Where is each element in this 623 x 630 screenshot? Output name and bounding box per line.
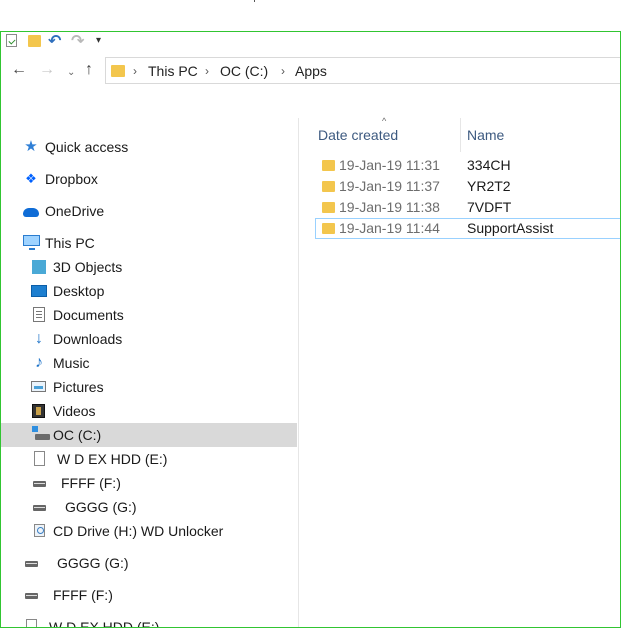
nav-item-3d-objects[interactable]: 3D Objects [31,255,293,279]
row-date-created: 19-Jan-19 11:37 [339,178,440,194]
nav-item-drive-g[interactable]: GGGG (G:) [31,495,293,519]
folder-icon [322,181,335,192]
nav-item-label: Music [53,355,90,371]
nav-item-documents[interactable]: Documents [31,303,293,327]
navigation-pane: ★ Quick access ❖ Dropbox OneDrive This P… [1,118,297,628]
nav-item-label: Documents [53,307,124,323]
nav-item-system-drive[interactable]: OC (C:) [1,423,297,447]
cloud-icon [23,208,39,217]
forward-arrow-icon[interactable]: → [39,60,55,80]
nav-item-label: CD Drive (H:) WD Unlocker [53,523,224,539]
breadcrumb-chevron-icon[interactable]: › [205,62,209,80]
nav-item-label: This PC [45,235,95,251]
quick-access-toolbar: ↶ ↷ ▾ [1,32,620,52]
row-date-created: 19-Jan-19 11:38 [339,199,440,215]
nav-item-downloads[interactable]: ↓ Downloads [31,327,293,351]
nav-item-label: GGGG (G:) [65,499,137,515]
row-date-created: 19-Jan-19 11:44 [339,220,440,236]
download-icon: ↓ [35,330,43,347]
nav-item-onedrive[interactable]: OneDrive [23,199,293,223]
video-icon [32,404,45,418]
folder-icon [111,65,125,77]
drive-icon [33,505,46,511]
nav-item-label: OneDrive [45,203,105,219]
folder-icon [322,223,335,234]
breadcrumb-chevron-icon[interactable]: › [281,62,285,80]
nav-item-label: Downloads [53,331,123,347]
drive-icon [33,481,46,487]
nav-item-label: Desktop [53,283,105,299]
nav-item-drive-e-root[interactable]: W D EX HDD (E:) [23,615,293,628]
column-divider[interactable] [460,118,461,152]
row-name: YR2T2 [467,178,511,194]
cd-drive-icon [34,524,45,537]
explorer-window: ↶ ↷ ▾ ← → ⌄ ↑ › This PC › OC (C:) › Apps… [0,31,621,628]
nav-item-label: Pictures [53,379,104,395]
nav-item-drive-f[interactable]: FFFF (F:) [31,471,293,495]
properties-icon[interactable] [6,34,17,47]
nav-item-label: Dropbox [45,171,98,187]
file-row[interactable]: 19-Jan-19 11:44 SupportAssist [315,218,620,239]
redo-icon[interactable]: ↷ [71,34,87,50]
nav-item-label: Videos [53,403,96,419]
row-name: 7VDFT [467,199,512,215]
up-arrow-icon[interactable]: ↑ [85,60,93,80]
recent-locations-chevron-icon[interactable]: ⌄ [67,63,75,83]
computer-icon [23,235,40,250]
row-date-created: 19-Jan-19 11:31 [339,157,440,173]
breadcrumb-chevron-icon[interactable]: › [133,62,137,80]
row-name: 334CH [467,157,511,173]
nav-item-label: 3D Objects [53,259,123,275]
pictures-icon [31,381,46,392]
drive-icon [34,451,45,466]
back-arrow-icon[interactable]: ← [11,60,27,80]
file-row[interactable]: 19-Jan-19 11:31 334CH [315,155,620,176]
undo-icon[interactable]: ↶ [48,34,64,50]
nav-item-drive-e[interactable]: W D EX HDD (E:) [31,447,293,471]
pane-divider[interactable] [298,118,299,627]
new-folder-icon[interactable] [28,35,41,47]
drive-icon [25,561,38,567]
file-row[interactable]: 19-Jan-19 11:38 7VDFT [315,197,620,218]
folder-icon [322,202,335,213]
nav-item-label: FFFF (F:) [61,475,121,491]
nav-item-dropbox[interactable]: ❖ Dropbox [23,167,293,191]
row-name: SupportAssist [467,220,554,236]
star-icon: ★ [24,138,38,155]
nav-item-label: Quick access [45,139,129,155]
nav-item-pictures[interactable]: Pictures [31,375,293,399]
breadcrumb-drive[interactable]: OC (C:) [220,62,268,80]
dropbox-icon: ❖ [25,171,37,186]
music-icon: ♪ [35,354,43,371]
drive-icon [25,593,38,599]
nav-item-videos[interactable]: Videos [31,399,293,423]
nav-item-music[interactable]: ♪ Music [31,351,293,375]
drive-icon [26,619,37,627]
nav-item-desktop[interactable]: Desktop [31,279,293,303]
nav-item-label: W D EX HDD (E:) [57,451,168,467]
address-bar[interactable]: › This PC › OC (C:) › Apps [105,57,620,84]
document-icon [33,307,45,322]
nav-item-cd-drive-h[interactable]: CD Drive (H:) WD Unlocker [31,519,293,543]
sort-ascending-icon: ^ [382,116,387,126]
address-row: ← → ⌄ ↑ › This PC › OC (C:) › Apps [1,54,620,86]
file-row[interactable]: 19-Jan-19 11:37 YR2T2 [315,176,620,197]
nav-item-label: W D EX HDD (E:) [49,619,160,628]
nav-item-quick-access[interactable]: ★ Quick access [23,135,293,159]
stray-dot [254,0,255,2]
breadcrumb-this-pc[interactable]: This PC [148,62,198,80]
breadcrumb-apps[interactable]: Apps [295,62,327,80]
nav-item-label: GGGG (G:) [57,555,129,571]
folder-icon [322,160,335,171]
cube-icon [32,260,46,274]
nav-item-drive-f-root[interactable]: FFFF (F:) [23,583,293,607]
desktop-icon [31,285,47,297]
nav-item-drive-g-root[interactable]: GGGG (G:) [23,551,293,575]
system-drive-icon [32,426,50,440]
nav-item-label: FFFF (F:) [53,587,113,603]
customize-icon[interactable]: ▾ [96,34,106,48]
nav-item-this-pc[interactable]: This PC [23,231,293,255]
nav-item-label: OC (C:) [53,427,102,443]
